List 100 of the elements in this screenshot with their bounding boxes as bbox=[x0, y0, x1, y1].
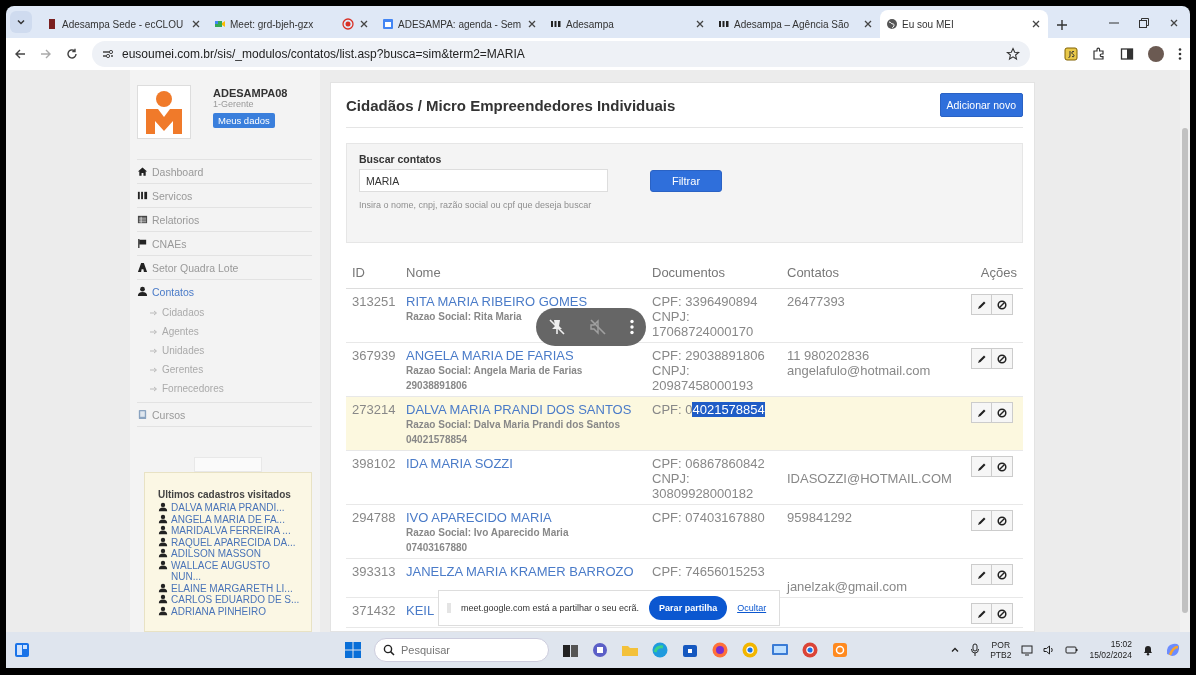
recent-link[interactable]: CARLOS EDUARDO DE S... bbox=[171, 594, 301, 606]
windows-icon[interactable] bbox=[344, 641, 362, 659]
recent-link[interactable]: ADILSON MASSON bbox=[171, 548, 301, 560]
menu-icon[interactable] bbox=[1178, 47, 1182, 61]
close-icon[interactable] bbox=[190, 18, 202, 30]
chevron-up-icon[interactable] bbox=[950, 645, 961, 655]
contact-name-link[interactable]: JANELZA MARIA KRAMER BARROZO bbox=[406, 564, 640, 579]
recent-link[interactable]: ADRIANA PINHEIRO bbox=[171, 605, 301, 617]
close-icon[interactable] bbox=[1030, 18, 1042, 30]
restore-icon[interactable] bbox=[1138, 17, 1150, 29]
stop-sharing-button[interactable]: Parar partilha bbox=[649, 596, 728, 620]
side-panel-icon[interactable] bbox=[1120, 47, 1134, 61]
tab-search-button[interactable] bbox=[10, 11, 32, 33]
recent-link[interactable]: ELAINE MARGARETH LI... bbox=[171, 582, 301, 594]
browser-tab[interactable]: Meet: grd-bjeh-gzx bbox=[208, 10, 376, 38]
sidebar-item[interactable]: Contatos bbox=[137, 280, 312, 303]
plus-icon[interactable] bbox=[1056, 19, 1068, 31]
document-text: 30809928000182 bbox=[652, 486, 755, 501]
widgets-icon[interactable] bbox=[14, 642, 30, 658]
close-icon[interactable] bbox=[862, 18, 874, 30]
extension-icon[interactable] bbox=[1064, 47, 1078, 61]
contact-name-link[interactable]: IDA MARIA SOZZI bbox=[406, 456, 640, 471]
document-text: CPF: 07403167880 bbox=[652, 510, 766, 525]
address-bar[interactable]: eusoumei.com.br/sis/_modulos/contatos/list.asp?busca=sim&term2=MARIA bbox=[92, 41, 1030, 67]
detail-text: Razao Social: Rita Maria bbox=[406, 310, 523, 324]
recent-link[interactable]: ANGELA MARIA DE FA... bbox=[171, 513, 301, 525]
edit-button[interactable] bbox=[971, 603, 993, 624]
hide-link[interactable]: Ocultar bbox=[737, 603, 767, 613]
block-button[interactable] bbox=[992, 294, 1013, 315]
sidebar-item[interactable]: Servicos bbox=[137, 184, 312, 208]
battery-icon[interactable] bbox=[1065, 644, 1080, 656]
back-icon[interactable] bbox=[14, 48, 26, 60]
close-icon[interactable] bbox=[526, 18, 538, 30]
fox-browser-icon[interactable] bbox=[711, 641, 729, 659]
edit-button[interactable] bbox=[971, 402, 993, 423]
reload-icon[interactable] bbox=[66, 48, 78, 60]
sidebar-item[interactable]: Setor Quadra Lote bbox=[137, 256, 312, 280]
pin-off-icon[interactable] bbox=[547, 318, 566, 336]
id-text: 393313 bbox=[352, 564, 396, 579]
chat-icon[interactable] bbox=[591, 641, 609, 659]
speaker-icon[interactable] bbox=[1043, 644, 1056, 656]
recent-link[interactable]: MARIDALVA FERREIRA ... bbox=[171, 525, 301, 537]
column-header: Nome bbox=[400, 261, 646, 289]
microphone-icon[interactable] bbox=[970, 643, 981, 657]
contact-name-link[interactable]: DALVA MARIA PRANDI DOS SANTOS bbox=[406, 402, 640, 417]
edit-button[interactable] bbox=[971, 510, 993, 531]
avatar[interactable] bbox=[1148, 46, 1164, 62]
browser-tab[interactable]: Eu sou MEI bbox=[880, 10, 1048, 38]
close-icon[interactable] bbox=[694, 18, 706, 30]
recent-link[interactable]: WALLACE AUGUSTO NUN... bbox=[171, 559, 301, 583]
contact-name-link[interactable]: RITA MARIA RIBEIRO GOMES bbox=[406, 294, 640, 309]
puzzle-icon[interactable] bbox=[1092, 47, 1106, 61]
block-button[interactable] bbox=[992, 402, 1013, 423]
search-field[interactable]: MARIA bbox=[359, 169, 608, 192]
search-field[interactable]: Pesquisar bbox=[374, 638, 549, 662]
document-text: CPF: 06867860842 bbox=[652, 456, 766, 471]
sidebar-item[interactable]: Dashboard bbox=[137, 160, 312, 184]
chevron-down-icon bbox=[16, 17, 26, 27]
recent-link[interactable]: RAQUEL APARECIDA DA... bbox=[171, 536, 301, 548]
recent-link[interactable]: DALVA MARIA PRANDI... bbox=[171, 502, 301, 514]
scrollbar[interactable] bbox=[1180, 70, 1190, 632]
pencil-icon bbox=[976, 569, 987, 580]
close-icon[interactable] bbox=[1168, 17, 1180, 29]
close-icon[interactable] bbox=[358, 18, 370, 30]
contact-name-link[interactable]: ANGELA MARIA DE FARIAS bbox=[406, 348, 640, 363]
sidebar-item[interactable]: CNAEs bbox=[137, 232, 312, 256]
block-button[interactable] bbox=[992, 510, 1013, 531]
browser-tab[interactable]: Adesampa Sede - ecCLOU bbox=[40, 10, 208, 38]
block-button[interactable] bbox=[992, 348, 1013, 369]
user-icon bbox=[158, 502, 168, 512]
block-button[interactable] bbox=[992, 564, 1013, 585]
bell-icon[interactable] bbox=[1142, 644, 1154, 656]
site-settings-icon[interactable] bbox=[102, 48, 114, 60]
profile-button[interactable]: Meus dados bbox=[213, 113, 275, 128]
edit-button[interactable] bbox=[971, 564, 993, 585]
tab-favicon-icon bbox=[46, 18, 58, 30]
clock[interactable]: 15:02 15/02/2024 bbox=[1089, 639, 1132, 661]
browser-tab[interactable]: Adesampa – Agência São bbox=[712, 10, 880, 38]
star-icon[interactable] bbox=[1006, 47, 1020, 61]
search-icon bbox=[383, 644, 395, 656]
block-button[interactable] bbox=[992, 456, 1013, 477]
edit-button[interactable] bbox=[971, 456, 993, 477]
filter-button[interactable]: Filtrar bbox=[650, 169, 722, 192]
sidebar-item[interactable]: Relatorios bbox=[137, 208, 312, 232]
arrow-icon bbox=[150, 385, 158, 392]
user-icon bbox=[137, 286, 148, 297]
browser-tab[interactable]: Adesampa bbox=[544, 10, 712, 38]
edit-button[interactable] bbox=[971, 294, 993, 315]
sidebar-item[interactable]: Cursos bbox=[137, 403, 312, 427]
contact-name-link[interactable]: IVO APARECIDO MARIA bbox=[406, 510, 640, 525]
add-button[interactable]: Adicionar novo bbox=[939, 93, 1023, 117]
email-text: IDASOZZI@HOTMAIL.COM bbox=[787, 471, 953, 486]
edit-button[interactable] bbox=[971, 348, 993, 369]
phone-text: 26477393 bbox=[787, 294, 846, 309]
browser-tab[interactable]: ADESAMPA: agenda - Sem bbox=[376, 10, 544, 38]
user-icon bbox=[158, 594, 168, 604]
input-language-button[interactable]: POR PTB2 bbox=[990, 640, 1012, 660]
block-button[interactable] bbox=[992, 603, 1013, 624]
more-icon[interactable] bbox=[630, 319, 635, 335]
display-icon[interactable] bbox=[1021, 644, 1034, 656]
